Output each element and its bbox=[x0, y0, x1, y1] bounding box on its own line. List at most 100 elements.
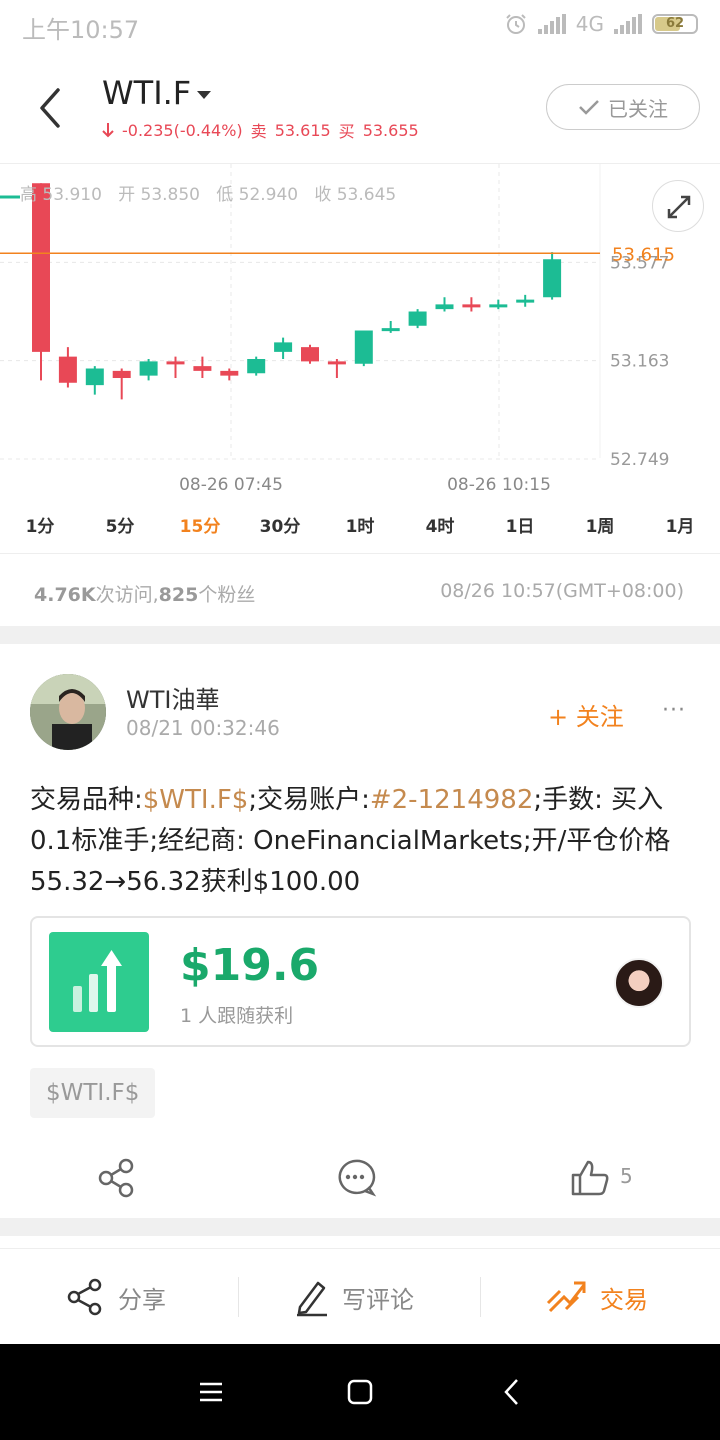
x-tick-label: 08-26 07:45 bbox=[179, 475, 283, 495]
divider-2 bbox=[0, 1218, 720, 1236]
buy-label: 买 bbox=[338, 122, 355, 141]
period-tabs: 1分 5分 15分 30分 1时 4时 1日 1周 1月 bbox=[0, 506, 720, 554]
current-price-label: 53.615 bbox=[612, 244, 675, 265]
profit-amount: $19.6 bbox=[180, 940, 320, 991]
ohlc-open: 开 53.850 bbox=[118, 185, 200, 205]
candle-body bbox=[462, 304, 481, 308]
comment-button[interactable]: 写评论 bbox=[294, 1249, 414, 1345]
visits-label: 次访问, bbox=[95, 584, 159, 606]
account-link[interactable]: #2-1214982 bbox=[370, 785, 534, 815]
candle-body bbox=[220, 370, 239, 376]
follow-profit-card[interactable]: $19.6 1 人跟随获利 bbox=[30, 916, 691, 1047]
expand-icon bbox=[667, 195, 691, 219]
divider bbox=[238, 1277, 239, 1317]
author-name[interactable]: WTI油華 bbox=[126, 680, 219, 715]
candle-body bbox=[301, 347, 319, 362]
candle-body bbox=[32, 183, 50, 352]
ohlc-high: 高 53.910 bbox=[20, 185, 102, 205]
trade-label: 交易 bbox=[600, 1285, 648, 1314]
follower-avatar bbox=[614, 958, 664, 1008]
fullscreen-button[interactable] bbox=[652, 180, 704, 232]
like-count: 5 bbox=[620, 1164, 633, 1188]
symbol-selector[interactable]: WTI.F bbox=[102, 74, 212, 112]
status-time: 上午10:57 bbox=[22, 16, 140, 44]
avatar-image bbox=[30, 674, 106, 750]
symbol-link[interactable]: $WTI.F$ bbox=[143, 785, 249, 815]
system-navigation-bar bbox=[0, 1344, 720, 1440]
stats-timestamp: 08/26 10:57(GMT+08:00) bbox=[440, 580, 684, 602]
symbol-title: WTI.F bbox=[102, 74, 192, 112]
followed-label: 已关注 bbox=[608, 96, 668, 121]
period-tab-2[interactable]: 15分 bbox=[160, 506, 240, 553]
caret-down-icon bbox=[197, 91, 212, 99]
period-tab-1[interactable]: 5分 bbox=[80, 506, 160, 553]
candle-body bbox=[489, 304, 508, 308]
ohlc-low: 低 52.940 bbox=[216, 185, 299, 205]
candle-body bbox=[435, 304, 454, 310]
status-icons: 4G 62 bbox=[504, 12, 698, 36]
ohlc-summary: 高 53.910 开 53.850 低 52.940 收 53.645 bbox=[20, 180, 396, 205]
share-icon bbox=[67, 1278, 102, 1316]
candle-body bbox=[381, 328, 400, 332]
candle-body bbox=[327, 361, 346, 365]
candle-body bbox=[85, 368, 104, 386]
period-tab-7[interactable]: 1周 bbox=[560, 506, 640, 553]
chart-up-icon bbox=[49, 932, 149, 1032]
menu-icon[interactable] bbox=[196, 1378, 226, 1406]
network-label: 4G bbox=[575, 12, 604, 36]
sell-label: 卖 bbox=[250, 122, 267, 141]
candle-body bbox=[354, 330, 373, 364]
trade-button[interactable]: 交易 bbox=[544, 1249, 648, 1345]
visits-count: 4.76K bbox=[34, 584, 96, 606]
candle-body bbox=[112, 370, 131, 379]
battery-icon: 62 bbox=[652, 14, 698, 34]
home-icon[interactable] bbox=[346, 1378, 374, 1406]
post-time: 08/21 00:32:46 bbox=[126, 716, 280, 740]
candle-body bbox=[543, 259, 562, 298]
x-tick-label: 08-26 10:15 bbox=[447, 475, 551, 495]
content-text-1: 交易品种: bbox=[30, 785, 143, 815]
divider bbox=[0, 626, 720, 644]
y-tick-label: 52.749 bbox=[610, 450, 669, 470]
period-tab-6[interactable]: 1日 bbox=[480, 506, 560, 553]
profit-followers: 1 人跟随获利 bbox=[180, 1005, 294, 1027]
comment-icon[interactable] bbox=[325, 1148, 385, 1208]
post-content: 交易品种:$WTI.F$;交易账户:#2-1214982;手数: 买入 0.1标… bbox=[30, 780, 694, 903]
signal-icon-2 bbox=[614, 14, 642, 34]
period-tab-0[interactable]: 1分 bbox=[0, 506, 80, 553]
share-button[interactable]: 分享 bbox=[64, 1249, 166, 1345]
visits-fans: 4.76K次访问,825个粉丝 bbox=[34, 580, 255, 607]
candle-body bbox=[274, 342, 293, 352]
candle-body bbox=[516, 299, 535, 303]
period-tab-5[interactable]: 4时 bbox=[400, 506, 480, 553]
follow-author-button[interactable]: + 关注 bbox=[548, 697, 624, 732]
share-icon[interactable] bbox=[86, 1148, 146, 1208]
quote-line: -0.235(-0.44%) 卖 53.615 买 53.655 bbox=[102, 118, 419, 142]
back-nav-icon[interactable] bbox=[500, 1376, 524, 1408]
symbol-tag[interactable]: $WTI.F$ bbox=[30, 1068, 156, 1118]
battery-level: 62 bbox=[665, 16, 685, 31]
header: WTI.F -0.235(-0.44%) 卖 53.615 买 53.655 已… bbox=[0, 52, 720, 164]
candle-body bbox=[193, 366, 212, 371]
divider bbox=[480, 1277, 481, 1317]
comment-label: 写评论 bbox=[342, 1285, 414, 1314]
candlestick-chart[interactable]: 53.577 53.163 52.749 08-26 07:45 08-26 10:15… bbox=[0, 164, 720, 504]
post-actions: 5 bbox=[0, 1148, 720, 1208]
check-icon bbox=[579, 100, 599, 115]
period-tab-8[interactable]: 1月 bbox=[640, 506, 720, 553]
more-icon[interactable]: ··· bbox=[662, 698, 686, 723]
arrow-down-icon bbox=[102, 123, 114, 138]
trade-icon bbox=[546, 1281, 586, 1313]
period-tab-3[interactable]: 30分 bbox=[240, 506, 320, 553]
candle-body bbox=[139, 361, 158, 376]
pencil-icon bbox=[297, 1281, 327, 1317]
followed-button[interactable]: 已关注 bbox=[546, 84, 700, 130]
like-icon[interactable] bbox=[560, 1148, 620, 1208]
ohlc-close: 收 53.645 bbox=[314, 185, 397, 205]
content-text-2: ;交易账户: bbox=[248, 785, 370, 815]
period-tab-4[interactable]: 1时 bbox=[320, 506, 400, 553]
sell-price: 53.615 bbox=[274, 120, 331, 140]
back-icon[interactable] bbox=[28, 80, 72, 136]
author-avatar[interactable] bbox=[30, 674, 106, 750]
share-label: 分享 bbox=[118, 1285, 166, 1314]
